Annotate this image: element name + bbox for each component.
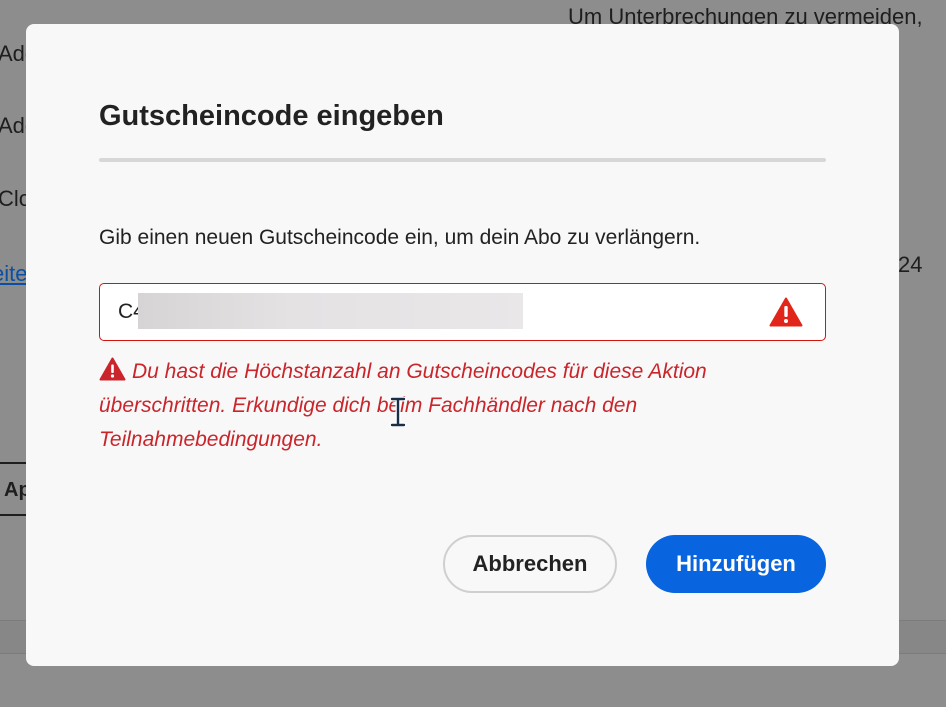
coupon-code-field[interactable]	[99, 283, 826, 341]
background-link[interactable]: eite	[0, 261, 27, 287]
dialog-title: Gutscheincode eingeben	[99, 100, 444, 132]
dialog-description: Gib einen neuen Gutscheincode ein, um de…	[99, 226, 701, 249]
add-button[interactable]: Hinzufügen	[646, 535, 826, 593]
title-divider	[99, 158, 826, 162]
background-year-text: 24	[898, 252, 923, 277]
text-cursor-icon	[389, 397, 407, 427]
alert-triangle-icon	[99, 357, 126, 381]
cancel-button[interactable]: Abbrechen	[443, 535, 617, 593]
redacted-code-overlay	[138, 293, 523, 329]
alert-triangle-icon	[769, 297, 803, 327]
error-message: Du hast die Höchstanzahl an Gutscheincod…	[99, 355, 759, 457]
coupon-dialog: Gutscheincode eingeben Gib einen neuen G…	[26, 24, 899, 666]
